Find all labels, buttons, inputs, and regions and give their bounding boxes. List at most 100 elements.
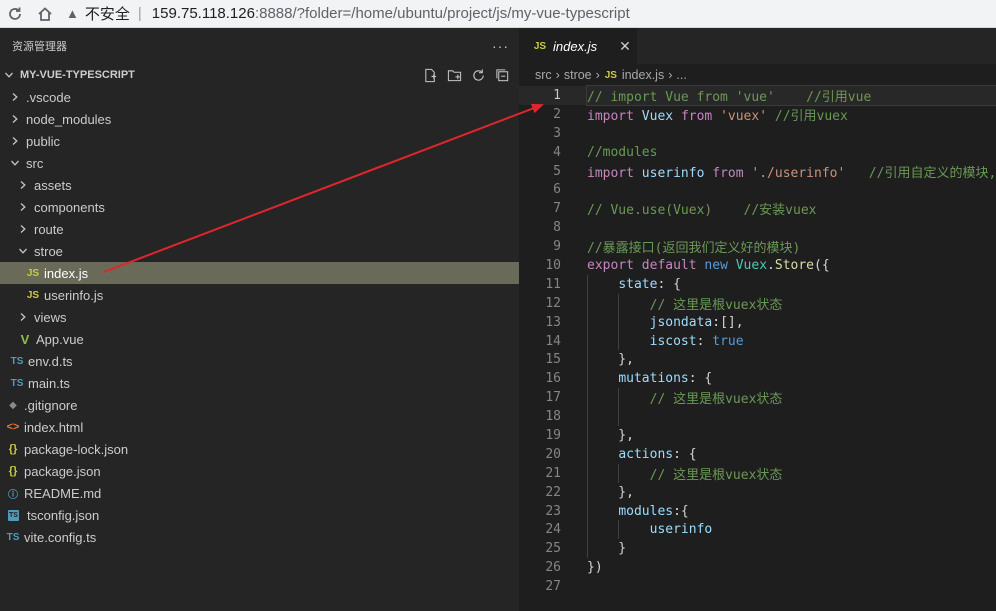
breadcrumb-item-more[interactable]: ... (676, 68, 686, 82)
line-number: 2 (553, 106, 561, 122)
code-line[interactable]: 10 export default new Vuex.Store({ (519, 256, 996, 275)
code-line[interactable]: 15 }, (519, 350, 996, 370)
code-token: import (587, 108, 634, 124)
code-line[interactable]: 11 state: { (519, 274, 996, 294)
code-line[interactable]: 6 (519, 180, 996, 199)
chevron-right-icon (16, 312, 30, 322)
code-line[interactable]: 23 modules:{ (519, 501, 996, 521)
code-line[interactable]: 19 }, (519, 426, 996, 445)
code-line[interactable]: 18 (519, 407, 996, 427)
tree-item[interactable]: JS index.js (0, 262, 519, 284)
new-folder-icon[interactable] (445, 67, 463, 83)
code-line[interactable]: 1 // import Vue from 'vue' //引用vue (519, 84, 996, 106)
code-line[interactable]: 7 // Vue.use(Vuex) //安装vuex (519, 199, 996, 218)
code-token: actions (618, 446, 674, 462)
ts-file-icon: TS (10, 355, 24, 367)
tree-item[interactable]: TS tsconfig.json (0, 504, 519, 526)
code-line[interactable]: 12 // 这里是根vuex状态 (519, 293, 996, 313)
tree-item[interactable]: {} package-lock.json (0, 438, 519, 460)
tree-item-label: README.md (24, 485, 102, 501)
tree-item[interactable]: TS main.ts (0, 372, 519, 394)
line-number: 1 (553, 87, 561, 103)
tree-item[interactable]: ⓘ README.md (0, 482, 519, 504)
code-token: Vuex (735, 257, 768, 273)
tree-item[interactable]: src (0, 152, 519, 174)
indent-guide (618, 520, 619, 540)
indent-guide (587, 539, 588, 559)
code-line[interactable]: 16 mutations: { (519, 369, 996, 389)
code-line[interactable]: 8 (519, 218, 996, 237)
tree-item[interactable]: views (0, 306, 519, 328)
code-token: new (704, 257, 728, 273)
address-bar[interactable]: ▲ 不安全 | 159.75.118.126 :8888/?folder=/ho… (66, 0, 630, 28)
code-line[interactable]: 25 } (519, 539, 996, 559)
home-icon[interactable] (30, 0, 60, 28)
new-file-icon[interactable] (421, 67, 439, 83)
code-line[interactable]: 26}) (519, 558, 996, 577)
tree-item[interactable]: <> index.html (0, 416, 519, 438)
refresh-icon[interactable] (469, 67, 487, 83)
code-token: modules (618, 503, 674, 519)
reload-icon[interactable] (0, 0, 30, 28)
code-line[interactable]: 4 //modules (519, 143, 996, 162)
code-text: // 这里是根vuex状态 (587, 294, 996, 313)
code-text: }, (587, 485, 996, 500)
indent-guide (587, 444, 588, 464)
code-token: } (587, 541, 627, 557)
code-line[interactable]: 2 import Vuex from 'vuex' //引用vuex (519, 105, 996, 124)
code-text: // 这里是根vuex状态 (587, 388, 996, 407)
breadcrumb-item-file[interactable]: index.js (622, 68, 664, 82)
code-token: :{ (673, 503, 689, 519)
code-token: : (696, 333, 713, 349)
tab-index-js[interactable]: JS index.js ✕ (519, 28, 637, 64)
code-line[interactable]: 22 }, (519, 482, 996, 502)
code-line[interactable]: 24 userinfo (519, 520, 996, 540)
collapse-all-icon[interactable] (493, 67, 511, 83)
tree-item[interactable]: .vscode (0, 86, 519, 108)
code-line[interactable]: 17 // 这里是根vuex状态 (519, 388, 996, 407)
chevron-down-icon (16, 246, 30, 256)
line-number: 3 (553, 125, 561, 141)
code-token: true (712, 333, 744, 349)
project-header[interactable]: MY-VUE-TYPESCRIPT (0, 64, 519, 86)
line-number: 13 (545, 314, 561, 330)
tree-item[interactable]: node_modules (0, 108, 519, 130)
tree-item[interactable]: TS env.d.ts (0, 350, 519, 372)
code-line[interactable]: 21 // 这里是根vuex状态 (519, 463, 996, 483)
code-line[interactable]: 9 //暴露接口(返回我们定义好的模块) (519, 237, 996, 256)
code-line[interactable]: 5 import userinfo from './userinfo' //引用自… (519, 162, 996, 181)
line-number: 5 (553, 163, 561, 179)
json-file-icon: {} (8, 465, 18, 477)
tree-item[interactable]: assets (0, 174, 519, 196)
tree-item[interactable]: route (0, 218, 519, 240)
more-actions-icon[interactable]: ··· (492, 38, 509, 54)
line-number: 25 (545, 541, 561, 557)
line-number: 7 (553, 201, 561, 217)
code-line[interactable]: 27 (519, 577, 996, 596)
tree-item[interactable]: stroe (0, 240, 519, 262)
code-token: // 这里是根vuex状态 (649, 297, 783, 313)
tree-item[interactable]: ◆ .gitignore (0, 394, 519, 416)
chevron-right-icon (8, 114, 22, 124)
code-line[interactable]: 3 (519, 124, 996, 143)
file-tree: .vscode node_modules public src assets compon… (0, 86, 519, 548)
line-number: 16 (545, 371, 561, 387)
code-text: //modules (587, 145, 996, 160)
line-number: 18 (545, 409, 561, 425)
code-token: // 这里是根vuex状态 (649, 467, 783, 483)
tree-item[interactable]: TS vite.config.ts (0, 526, 519, 548)
breadcrumb-item-stroe[interactable]: stroe (564, 68, 592, 82)
tree-item[interactable]: components (0, 196, 519, 218)
code-token: Store (774, 257, 815, 273)
code-editor[interactable]: 1 // import Vue from 'vue' //引用vue 2 import… (519, 84, 996, 596)
breadcrumb-item-src[interactable]: src (535, 68, 552, 82)
tree-item[interactable]: JS userinfo.js (0, 284, 519, 306)
tree-item[interactable]: V App.vue (0, 328, 519, 350)
code-line[interactable]: 13 jsondata:[], (519, 312, 996, 332)
tree-item[interactable]: public (0, 130, 519, 152)
code-line[interactable]: 14 iscost: true (519, 331, 996, 351)
tree-item[interactable]: {} package.json (0, 460, 519, 482)
close-icon[interactable]: ✕ (619, 38, 631, 55)
code-line[interactable]: 20 actions: { (519, 444, 996, 464)
